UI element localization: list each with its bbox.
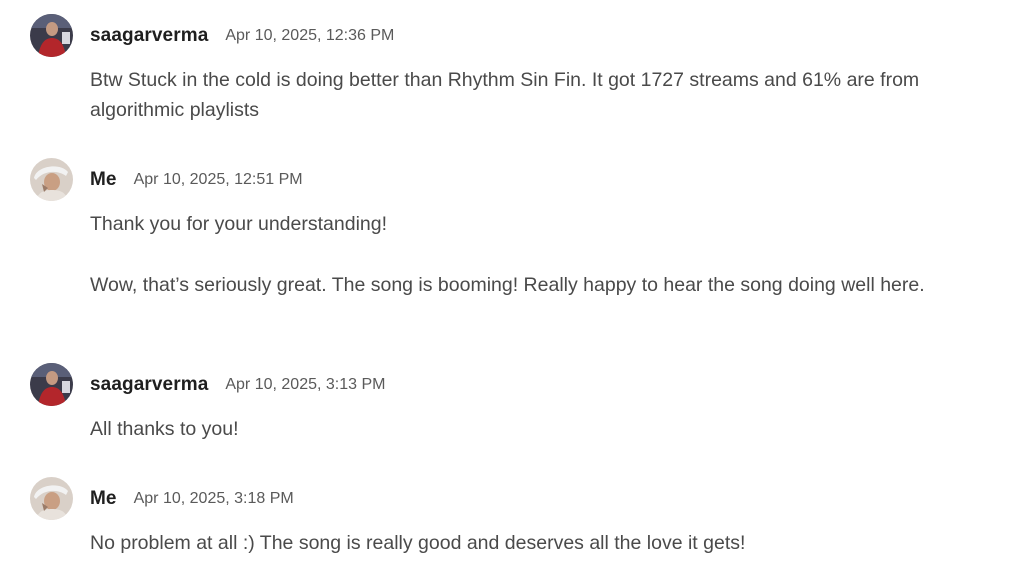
author-name[interactable]: Me xyxy=(90,169,117,191)
message-header: saagarverma Apr 10, 2025, 3:13 PM xyxy=(90,363,385,406)
message-text: Thank you for your understanding! xyxy=(90,213,388,235)
message-text: Wow, that’s seriously great. The song is… xyxy=(90,274,925,296)
author-name[interactable]: saagarverma xyxy=(90,25,208,47)
author-name[interactable]: Me xyxy=(90,488,117,510)
message-timestamp: Apr 10, 2025, 3:13 PM xyxy=(225,375,386,393)
message-timestamp: Apr 10, 2025, 12:51 PM xyxy=(133,170,303,188)
user-avatar-icon xyxy=(30,14,73,57)
avatar[interactable] xyxy=(30,477,73,520)
avatar[interactable] xyxy=(30,14,73,57)
message-body: No problem at all :) The song is really … xyxy=(90,528,985,558)
message-text: Btw Stuck in the cold is doing better th… xyxy=(90,69,920,121)
message-text: No problem at all :) The song is really … xyxy=(90,532,746,554)
message-body: Thank you for your understanding! Wow, t… xyxy=(90,209,985,300)
message-header: Me Apr 10, 2025, 3:18 PM xyxy=(90,477,294,520)
message-timestamp: Apr 10, 2025, 3:18 PM xyxy=(133,489,294,507)
message-header: Me Apr 10, 2025, 12:51 PM xyxy=(90,158,303,201)
message-timestamp: Apr 10, 2025, 12:36 PM xyxy=(225,26,395,44)
user-avatar-icon xyxy=(30,363,73,406)
user-avatar-icon xyxy=(30,158,73,201)
avatar[interactable] xyxy=(30,363,73,406)
message-text: All thanks to you! xyxy=(90,418,239,440)
message-body: All thanks to you! xyxy=(90,414,985,444)
avatar[interactable] xyxy=(30,158,73,201)
message-header: saagarverma Apr 10, 2025, 12:36 PM xyxy=(90,14,394,57)
message-body: Btw Stuck in the cold is doing better th… xyxy=(90,65,985,125)
user-avatar-icon xyxy=(30,477,73,520)
author-name[interactable]: saagarverma xyxy=(90,374,208,396)
